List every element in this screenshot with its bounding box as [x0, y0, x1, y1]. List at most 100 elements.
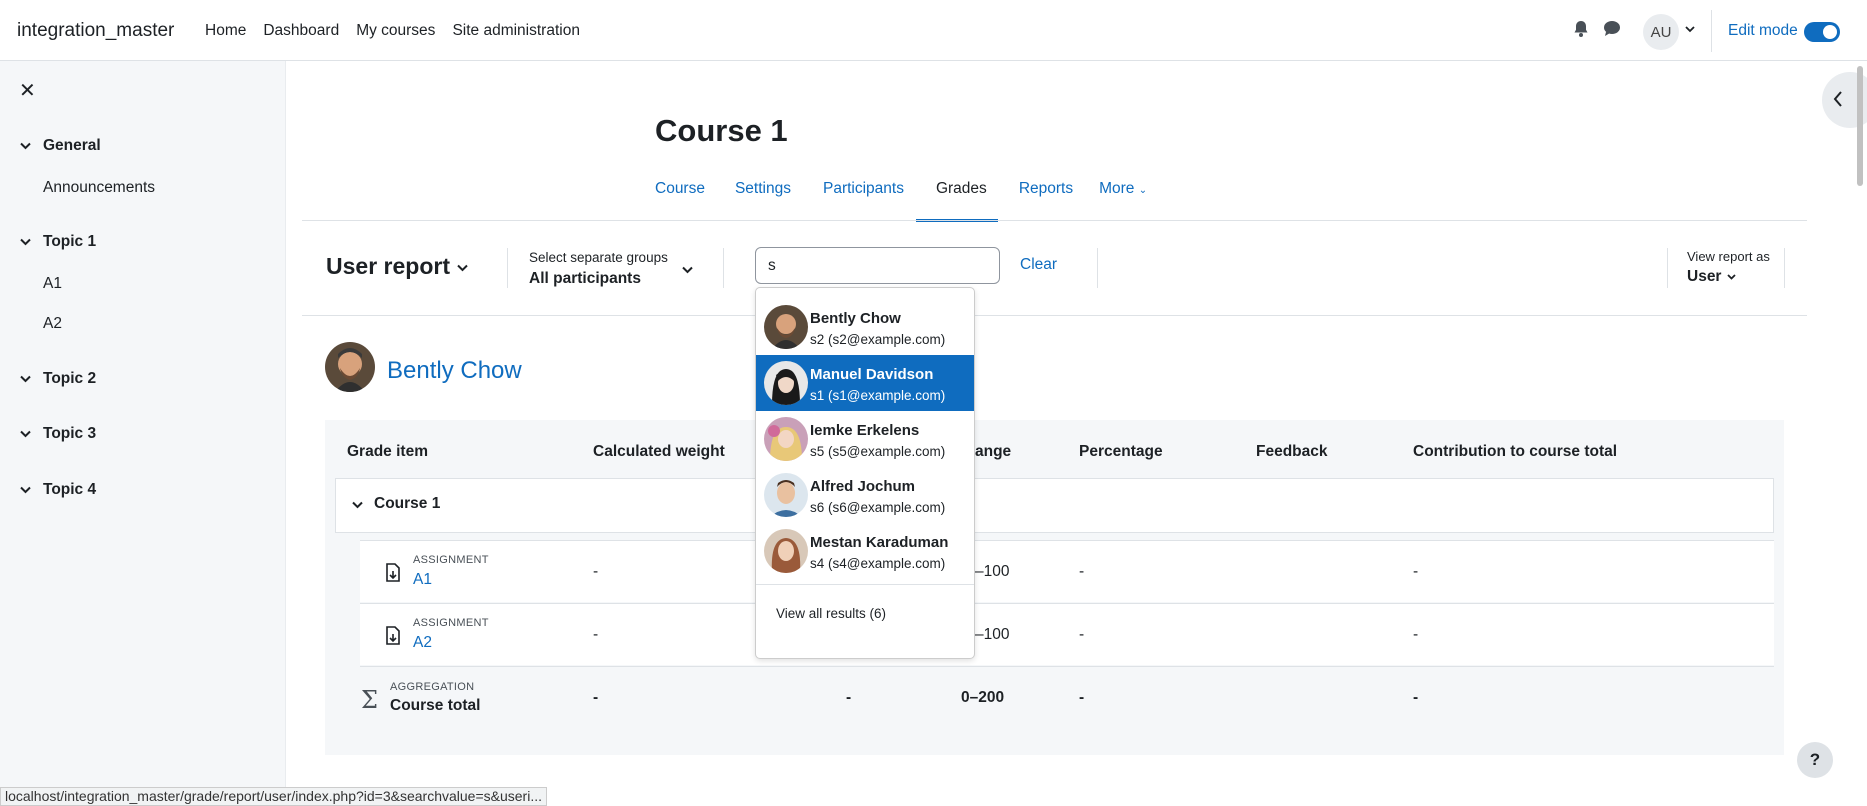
top-navbar: integration_master Home Dashboard My cou…	[0, 0, 1867, 61]
section-topic-2[interactable]: Topic 2	[20, 370, 96, 388]
report-chevron-down-icon[interactable]	[457, 264, 468, 272]
chevron-down-icon[interactable]	[20, 430, 31, 438]
avatar	[764, 361, 808, 405]
avatar	[764, 529, 808, 573]
cell-percentage: -	[1079, 626, 1085, 643]
report-selector[interactable]: User report	[326, 253, 450, 280]
result-name: Alfred Jochum	[810, 478, 916, 495]
toolbar-separator	[1784, 248, 1785, 288]
cell-grade: -	[846, 689, 852, 706]
edit-mode-toggle[interactable]	[1804, 22, 1840, 42]
drawer-item-a2[interactable]: A2	[43, 315, 62, 333]
tab-reports[interactable]: Reports	[1019, 180, 1073, 198]
assignment-icon	[385, 563, 401, 582]
nav-dashboard[interactable]: Dashboard	[263, 22, 339, 40]
avatar	[764, 473, 808, 517]
messages-chat-icon[interactable]	[1603, 20, 1621, 37]
item-type-label: ASSIGNMENT	[413, 554, 489, 566]
result-name: Iemke Erkelens	[810, 422, 920, 439]
tab-participants[interactable]: Participants	[823, 180, 904, 198]
navbar-divider	[1711, 10, 1712, 52]
cell-percentage: -	[1079, 689, 1085, 706]
tabs-divider	[302, 220, 1807, 221]
table-row	[360, 540, 1774, 602]
header-grade-item: Grade item	[347, 443, 428, 460]
avatar	[764, 305, 808, 349]
search-result-item[interactable]: Mestan Karaduman s4 (s4@example.com)	[756, 523, 974, 579]
help-button[interactable]: ?	[1797, 742, 1833, 778]
search-result-item[interactable]: Bently Chow s2 (s2@example.com)	[756, 299, 974, 355]
user-menu-avatar[interactable]: AU	[1643, 14, 1679, 50]
section-label: Topic 3	[43, 425, 97, 442]
section-label: Topic 1	[43, 233, 97, 250]
chevron-down-icon[interactable]	[20, 238, 31, 246]
item-type-label: AGGREGATION	[390, 681, 475, 693]
tab-course[interactable]: Course	[655, 180, 705, 198]
toolbar-separator	[723, 248, 724, 288]
view-as-selector[interactable]: User	[1687, 268, 1721, 286]
cell-contribution: -	[1413, 626, 1419, 643]
header-contribution: Contribution to course total	[1413, 443, 1618, 460]
cell-weight: -	[593, 689, 599, 706]
section-topic-4[interactable]: Topic 4	[20, 481, 96, 499]
user-menu-chevron-down-icon[interactable]	[1685, 26, 1695, 33]
view-as-chevron-down-icon[interactable]	[1727, 274, 1736, 280]
search-result-item[interactable]: Alfred Jochum s6 (s6@example.com)	[756, 467, 974, 523]
selected-user-name-link[interactable]: Bently Chow	[387, 357, 522, 385]
grade-item-link-a2[interactable]: A2	[413, 634, 432, 652]
toolbar-separator	[1667, 248, 1668, 288]
page-scrollbar[interactable]	[1857, 66, 1863, 186]
cell-contribution: -	[1413, 563, 1419, 580]
site-brand[interactable]: integration_master	[17, 20, 174, 42]
result-email: s2 (s2@example.com)	[810, 332, 946, 347]
view-all-results-link[interactable]: View all results (6)	[776, 606, 886, 621]
tab-grades[interactable]: Grades	[936, 180, 987, 198]
header-percentage: Percentage	[1079, 443, 1163, 460]
result-name: Mestan Karaduman	[810, 534, 949, 551]
chevron-down-icon[interactable]	[20, 142, 31, 150]
header-feedback: Feedback	[1256, 443, 1328, 460]
search-result-item[interactable]: Iemke Erkelens s5 (s5@example.com)	[756, 411, 974, 467]
row-divider	[360, 666, 1774, 667]
group-selector-label: Select separate groups	[529, 250, 668, 265]
drawer-item-a1[interactable]: A1	[43, 275, 62, 293]
notifications-bell-icon[interactable]	[1573, 20, 1589, 38]
chevron-down-icon[interactable]	[20, 486, 31, 494]
result-email: s6 (s6@example.com)	[810, 500, 946, 515]
course-secondary-navigation: Course Settings Participants Grades Repo…	[655, 180, 1177, 198]
cell-range: –100	[975, 626, 1010, 643]
group-selector-value[interactable]: All participants	[529, 270, 641, 288]
category-chevron-down-icon[interactable]	[352, 501, 363, 509]
user-search-input[interactable]	[755, 247, 1000, 284]
chevron-down-icon[interactable]	[20, 375, 31, 383]
chevron-down-icon: ⌄	[1138, 185, 1148, 196]
tab-more-label: More	[1099, 180, 1135, 197]
result-email: s1 (s1@example.com)	[810, 388, 946, 403]
search-result-item-active[interactable]: Manuel Davidson s1 (s1@example.com)	[756, 355, 974, 411]
user-search-results-dropdown: Bently Chow s2 (s2@example.com) Manuel D…	[755, 287, 975, 659]
cell-weight: -	[593, 626, 599, 643]
tab-settings[interactable]: Settings	[735, 180, 791, 198]
tab-more[interactable]: More ⌄	[1099, 180, 1147, 198]
nav-my-courses[interactable]: My courses	[356, 22, 435, 40]
header-calculated-weight: Calculated weight	[593, 443, 725, 460]
section-topic-1[interactable]: Topic 1	[20, 233, 96, 251]
nav-site-administration[interactable]: Site administration	[452, 22, 580, 40]
header-range: ange	[975, 443, 1012, 460]
group-chevron-down-icon[interactable]	[682, 266, 693, 274]
drawer-item-announcements[interactable]: Announcements	[43, 179, 155, 197]
chevron-left-icon[interactable]	[1833, 91, 1843, 107]
section-topic-3[interactable]: Topic 3	[20, 425, 96, 443]
clear-search-button[interactable]: Clear	[1020, 256, 1057, 274]
avatar	[325, 342, 375, 392]
section-label: Topic 2	[43, 370, 97, 387]
sigma-icon: Σ	[361, 686, 378, 714]
close-drawer-icon[interactable]: ✕	[19, 78, 36, 103]
section-general[interactable]: General	[20, 137, 101, 155]
course-total-label: Course total	[390, 697, 481, 714]
edit-mode-label: Edit mode	[1728, 22, 1798, 39]
nav-home[interactable]: Home	[205, 22, 246, 40]
cell-contribution: -	[1413, 689, 1419, 706]
toolbar-divider	[302, 315, 1807, 316]
grade-item-link-a1[interactable]: A1	[413, 571, 432, 589]
